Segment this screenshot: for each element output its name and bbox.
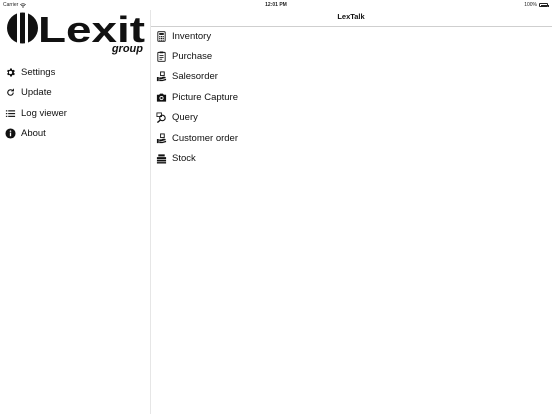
sidebar-item-label: Settings [21, 66, 56, 78]
side-menu: Settings Update Log viewer About [0, 62, 150, 144]
menu-item-purchase[interactable]: Purchase [156, 46, 552, 66]
list-icon [5, 108, 16, 119]
menu-item-label: Query [172, 112, 198, 124]
menu-item-inventory[interactable]: Inventory [156, 26, 552, 46]
menu-item-stock[interactable]: Stock [156, 148, 552, 168]
battery-icon [539, 3, 549, 7]
sidebar-item-label: Update [21, 87, 52, 99]
menu-item-label: Purchase [172, 51, 213, 63]
main-menu: Inventory Purchase Salesorder Picture Ca… [156, 26, 552, 169]
gear-icon [5, 67, 16, 78]
sidebar-item-log-viewer[interactable]: Log viewer [0, 103, 150, 124]
menu-item-label: Salesorder [172, 71, 218, 83]
info-icon [5, 128, 16, 139]
split-divider [150, 10, 151, 414]
sidebar-item-update[interactable]: Update [0, 83, 150, 104]
menu-item-salesorder[interactable]: Salesorder [156, 67, 552, 87]
battery-percent: 100% [524, 2, 537, 8]
refresh-icon [5, 87, 16, 98]
menu-item-picture-capture[interactable]: Picture Capture [156, 87, 552, 107]
menu-item-label: Inventory [172, 30, 212, 42]
sidebar-item-label: About [21, 128, 46, 140]
lexit-group-logo: Lexit group [7, 10, 145, 55]
camera-icon [156, 92, 167, 103]
menu-item-customer-order[interactable]: Customer order [156, 128, 552, 148]
status-bar: Carrier 12:01 PM 100% [0, 0, 552, 10]
nav-title: LexTalk [337, 12, 365, 21]
sidebar-item-settings[interactable]: Settings [0, 62, 150, 83]
menu-item-label: Customer order [172, 132, 238, 144]
magnifier-icon [156, 112, 167, 124]
logo-subtitle: group [111, 43, 143, 55]
status-right: 100% [524, 2, 549, 8]
hand-box-icon [156, 133, 167, 144]
hand-box-icon [156, 71, 167, 82]
menu-item-query[interactable]: Query [156, 108, 552, 128]
stack-icon [156, 153, 167, 164]
clipboard-icon [156, 51, 167, 62]
menu-item-label: Picture Capture [172, 91, 239, 103]
sidebar-item-label: Log viewer [21, 107, 67, 119]
calculator-icon [156, 30, 167, 42]
sidebar-item-about[interactable]: About [0, 124, 150, 145]
status-time: 12:01 PM [265, 2, 287, 8]
menu-item-label: Stock [172, 153, 196, 165]
